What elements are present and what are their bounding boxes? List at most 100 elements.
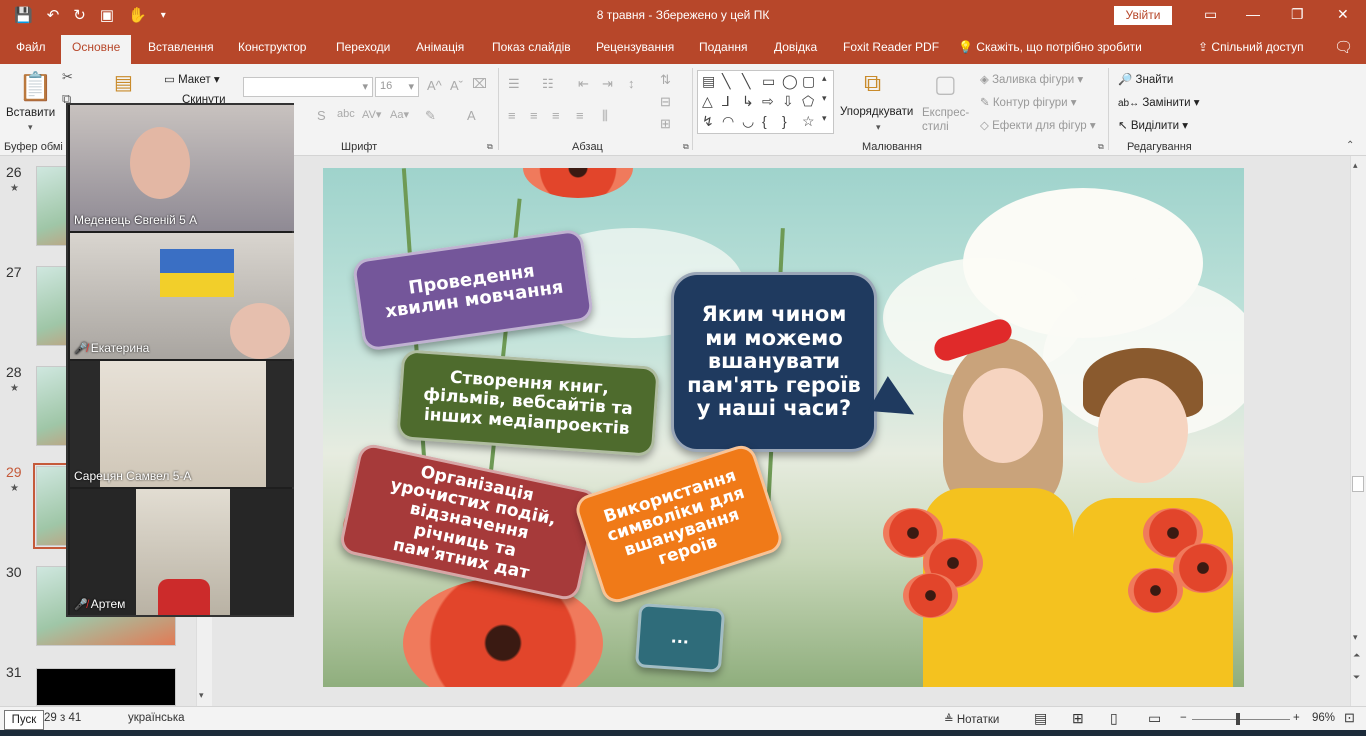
cut-icon[interactable]: ✂	[62, 69, 73, 85]
star-shape-icon[interactable]: ☆	[802, 113, 815, 130]
shape-effects-button[interactable]: ◇ Ефекти для фігур ▾	[980, 118, 1096, 132]
tab-animations[interactable]: Анімація	[416, 40, 464, 54]
minimize-icon[interactable]: —	[1246, 6, 1260, 22]
textbox-shape-icon[interactable]: ▤	[702, 73, 715, 90]
arrange-dropdown-icon[interactable]: ▾	[876, 122, 881, 133]
left-brace-shape-icon[interactable]: {	[762, 113, 767, 129]
smartart-icon[interactable]: ⊞	[660, 116, 671, 132]
align-text-icon[interactable]: ⊟	[660, 94, 671, 110]
ribbon-display-icon[interactable]: ▭	[1204, 6, 1217, 23]
gallery-up-icon[interactable]: ▴	[822, 73, 827, 84]
font-dialog-launcher-icon[interactable]: ⧉	[487, 142, 493, 152]
tab-view[interactable]: Подання	[699, 40, 747, 54]
sign-in-button[interactable]: Увійти	[1114, 6, 1172, 25]
paste-button[interactable]: Вставити	[6, 107, 55, 119]
scroll-up-icon[interactable]: ▴	[1353, 160, 1358, 171]
right-arrow-shape-icon[interactable]: ⇨	[762, 93, 774, 110]
select-button[interactable]: ↖ Виділити ▾	[1118, 118, 1188, 132]
shrink-font-icon[interactable]: Aˇ	[450, 78, 463, 93]
next-slide-icon[interactable]: ⏷	[1353, 672, 1360, 683]
quick-styles-button[interactable]: Експрес-стилі	[922, 106, 974, 134]
rounded-rect-shape-icon[interactable]: ▢	[802, 73, 815, 90]
participant-tile[interactable]: Меденець Євгеній 5 А	[70, 105, 294, 231]
tab-file[interactable]: Файл	[16, 40, 46, 54]
tab-slideshow[interactable]: Показ слайдів	[492, 40, 571, 54]
touch-mode-icon[interactable]: ✋	[128, 6, 147, 26]
numbering-icon[interactable]: ☷	[542, 76, 554, 92]
reading-view-icon[interactable]: ▯	[1110, 710, 1118, 727]
curve-shape-icon[interactable]: ◡	[742, 113, 754, 130]
font-size-combobox[interactable]: 16 ▾	[375, 77, 419, 97]
right-brace-shape-icon[interactable]: }	[782, 113, 787, 129]
pentagon-shape-icon[interactable]: ⬠	[802, 93, 814, 110]
participant-tile[interactable]: 🎤̸ Артем	[70, 489, 294, 615]
answer-bubble-silence[interactable]: Проведення хвилин мовчання	[351, 228, 595, 352]
answer-bubble-more[interactable]: ...	[634, 603, 726, 673]
tab-help[interactable]: Довідка	[774, 40, 817, 54]
triangle-shape-icon[interactable]: △	[702, 93, 713, 110]
share-button[interactable]: ⇪ Спільний доступ	[1198, 40, 1304, 54]
new-slide-icon[interactable]: ▤	[114, 70, 133, 95]
drawing-dialog-launcher-icon[interactable]: ⧉	[1098, 142, 1104, 152]
zoom-slider-thumb[interactable]	[1236, 713, 1240, 725]
normal-view-icon[interactable]: ▤	[1034, 710, 1047, 727]
paragraph-dialog-launcher-icon[interactable]: ⧉	[683, 142, 689, 152]
slideshow-icon[interactable]: ▣	[100, 6, 114, 26]
rectangle-shape-icon[interactable]: ▭	[762, 73, 775, 90]
align-right-icon[interactable]: ≡	[552, 108, 560, 123]
zoom-in-icon[interactable]: +	[1293, 712, 1300, 724]
notes-button[interactable]: ≜ Нотатки	[944, 712, 999, 726]
zoom-slider[interactable]	[1192, 719, 1290, 720]
arc-shape-icon[interactable]: ◠	[722, 113, 734, 130]
redo-icon[interactable]: ↻	[73, 6, 86, 26]
tab-transitions[interactable]: Переходи	[336, 40, 390, 54]
increase-indent-icon[interactable]: ⇥	[602, 76, 613, 92]
language-indicator[interactable]: українська	[128, 712, 185, 724]
close-icon[interactable]: ✕	[1337, 6, 1349, 23]
answer-bubble-media[interactable]: Створення книг, фільмів, вебсайтів та ін…	[396, 349, 660, 457]
replace-button[interactable]: ab↔ Замінити ▾	[1118, 95, 1200, 109]
fit-slide-icon[interactable]: ⊡	[1344, 710, 1355, 726]
bullets-icon[interactable]: ☰	[508, 76, 520, 92]
slide-canvas[interactable]: Яким чином ми можемо вшанувати пам'ять г…	[323, 168, 1244, 687]
decrease-indent-icon[interactable]: ⇤	[578, 76, 589, 92]
zoom-level[interactable]: 96%	[1312, 712, 1335, 724]
answer-bubble-events[interactable]: Організація урочистих подій, відзначення…	[338, 441, 600, 603]
clear-format-icon[interactable]: ⌧	[472, 76, 487, 92]
undo-icon[interactable]: ↶	[47, 6, 60, 26]
elbow-connector-icon[interactable]: ⅃	[722, 93, 730, 110]
video-call-panel[interactable]: Меденець Євгеній 5 А 🎤̸ Екатерина Сарецян…	[66, 103, 294, 617]
restore-icon[interactable]: ❐	[1291, 6, 1304, 23]
oval-shape-icon[interactable]: ◯	[782, 73, 798, 90]
layout-button[interactable]: ▭ Макет ▾	[164, 72, 220, 86]
align-left-icon[interactable]: ≡	[508, 108, 516, 123]
paste-dropdown-icon[interactable]: ▾	[28, 122, 33, 133]
customize-qat-icon[interactable]: ▾	[161, 6, 166, 26]
save-icon[interactable]: 💾	[14, 6, 33, 26]
quick-styles-icon[interactable]: ▢	[934, 70, 957, 99]
tab-review[interactable]: Рецензування	[596, 40, 674, 54]
highlight-icon[interactable]: ✎	[425, 108, 436, 124]
question-bubble[interactable]: Яким чином ми можемо вшанувати пам'ять г…	[671, 272, 877, 452]
prev-slide-icon[interactable]: ⏶	[1353, 650, 1360, 661]
gallery-down-icon[interactable]: ▾	[822, 93, 827, 104]
comments-icon[interactable]: 🗨	[1334, 38, 1353, 56]
arrange-button[interactable]: Упорядкувати	[840, 106, 913, 118]
slide-sorter-icon[interactable]: ⊞	[1072, 710, 1084, 727]
spacing-icon[interactable]: AV▾	[362, 108, 381, 121]
scroll-down-icon[interactable]: ▾	[199, 690, 204, 701]
find-button[interactable]: 🔎 Знайти	[1118, 72, 1173, 86]
align-center-icon[interactable]: ≡	[530, 108, 538, 123]
elbow-arrow-icon[interactable]: ↳	[742, 93, 754, 110]
tab-insert[interactable]: Вставлення	[148, 40, 214, 54]
participant-tile[interactable]: 🎤̸ Екатерина	[70, 233, 294, 359]
font-name-combobox[interactable]: ▾	[243, 77, 373, 97]
tab-foxit[interactable]: Foxit Reader PDF	[843, 40, 939, 54]
freeform-shape-icon[interactable]: ↯	[702, 113, 714, 130]
line-spacing-icon[interactable]: ↕	[628, 76, 635, 91]
line-shape-icon[interactable]: ╲	[722, 73, 730, 90]
arrow-line-shape-icon[interactable]: ╲	[742, 73, 750, 90]
collapse-ribbon-icon[interactable]: ⌃	[1346, 140, 1354, 151]
down-arrow-shape-icon[interactable]: ⇩	[782, 93, 794, 110]
editor-scrollbar[interactable]	[1350, 156, 1366, 706]
